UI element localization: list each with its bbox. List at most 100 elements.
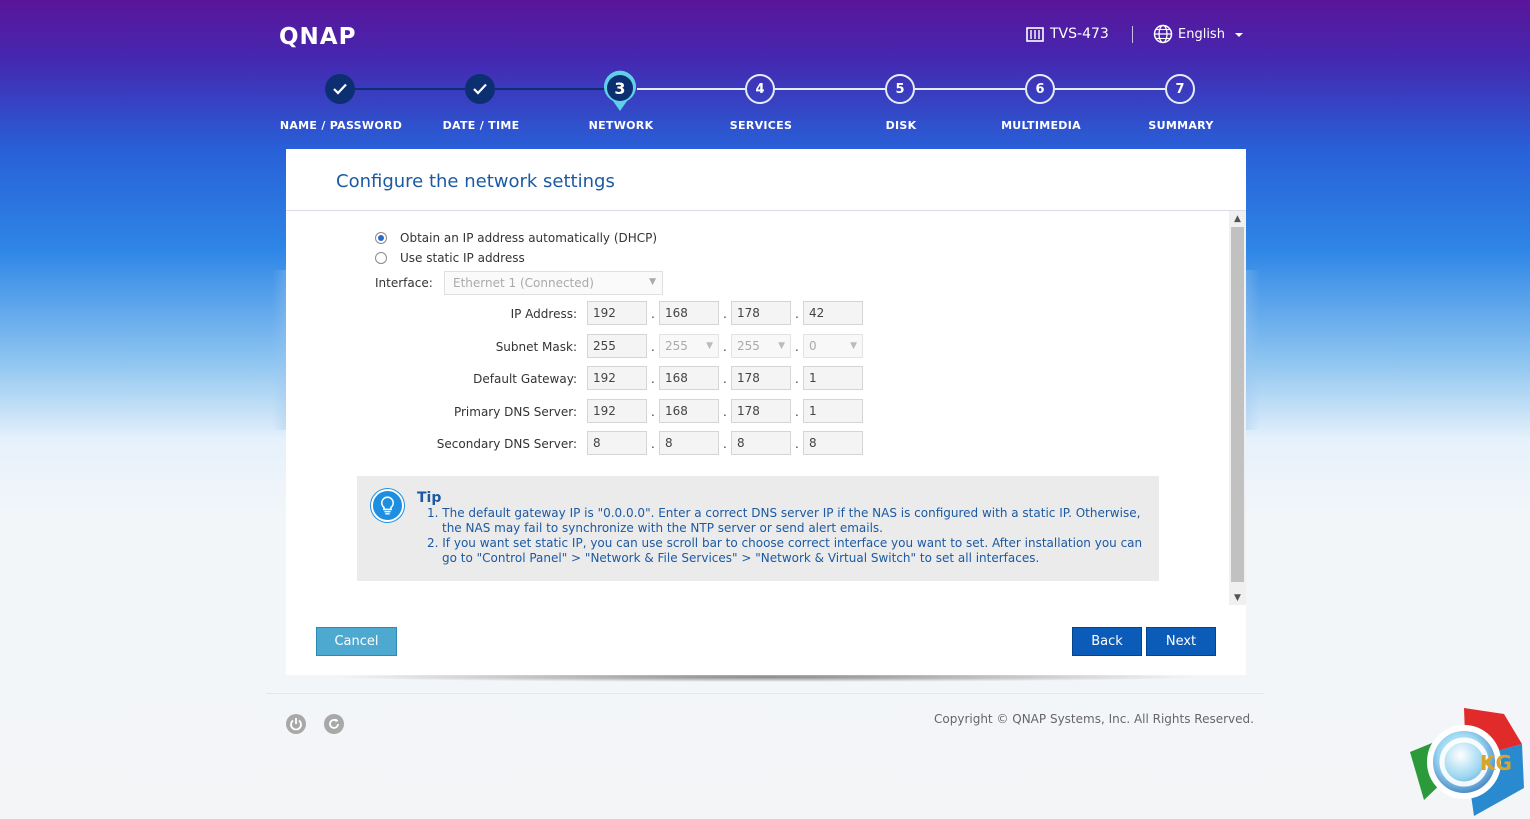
step-connector	[775, 88, 885, 90]
ip-address-octet-4[interactable]: 42	[803, 301, 863, 325]
subnet-mask-octet-4-value: 0	[809, 339, 817, 353]
kg-watermark-logo: KG	[1410, 708, 1524, 816]
scroll-up-icon[interactable]: ▲	[1229, 211, 1246, 226]
chevron-down-icon: ▼	[850, 341, 857, 351]
step-4-circle: 4	[745, 74, 775, 104]
step-6-label: MULTIMEDIA	[1001, 119, 1081, 132]
step-connector	[637, 88, 745, 90]
left-light-band	[272, 270, 286, 430]
dhcp-label: Obtain an IP address automatically (DHCP…	[400, 231, 658, 245]
octet-separator: .	[795, 405, 799, 419]
step-7-label: SUMMARY	[1148, 119, 1214, 132]
secondary-dns-octet-1[interactable]: 8	[587, 431, 647, 455]
subnet-mask-octet-2-value: 255	[665, 339, 688, 353]
gateway-octet-2[interactable]: 168	[659, 366, 719, 390]
octet-separator: .	[723, 437, 727, 451]
gateway-octet-1[interactable]: 192	[587, 366, 647, 390]
subnet-mask-octet-3[interactable]: 255 ▼	[731, 334, 791, 358]
lightbulb-icon	[371, 489, 404, 522]
step-1-circle	[325, 74, 355, 104]
cancel-button[interactable]: Cancel	[316, 627, 397, 656]
static-ip-label: Use static IP address	[400, 251, 525, 265]
nas-device-icon	[1026, 27, 1044, 42]
dhcp-radio[interactable]	[375, 232, 387, 244]
header-divider	[1132, 26, 1133, 43]
model-name: TVS-473	[1050, 26, 1109, 42]
step-connector	[495, 88, 605, 90]
step-6-circle: 6	[1025, 74, 1055, 104]
step-2-circle	[465, 74, 495, 104]
model-info: TVS-473	[1026, 26, 1109, 42]
restart-icon[interactable]	[324, 714, 344, 734]
scroll-down-icon[interactable]: ▼	[1229, 590, 1246, 605]
step-2-label: DATE / TIME	[442, 119, 520, 132]
primary-dns-octet-3[interactable]: 178	[731, 399, 791, 423]
globe-icon	[1153, 24, 1173, 44]
secondary-dns-octet-4[interactable]: 8	[803, 431, 863, 455]
chevron-down-icon[interactable]	[1235, 33, 1243, 37]
chevron-down-icon: ▼	[778, 341, 785, 351]
secondary-dns-octet-3[interactable]: 8	[731, 431, 791, 455]
check-icon	[473, 83, 487, 95]
tip-line-3: 2. If you want set static IP, you can us…	[427, 536, 1143, 550]
power-icon[interactable]	[286, 714, 306, 734]
step-3-label: NETWORK	[588, 119, 654, 132]
interface-select[interactable]: Ethernet 1 (Connected) ▼	[444, 271, 663, 295]
static-ip-radio[interactable]	[375, 252, 387, 264]
step-connector	[915, 88, 1025, 90]
static-ip-option[interactable]: Use static IP address	[375, 251, 525, 265]
gateway-octet-4[interactable]: 1	[803, 366, 863, 390]
ip-address-octet-2[interactable]: 168	[659, 301, 719, 325]
step-7-circle: 7	[1165, 74, 1195, 104]
octet-separator: .	[651, 372, 655, 386]
copyright-text: Copyright © QNAP Systems, Inc. All Right…	[934, 712, 1254, 726]
title-divider	[286, 210, 1246, 211]
watermark-text: KG	[1480, 751, 1512, 775]
primary-dns-octet-1[interactable]: 192	[587, 399, 647, 423]
octet-separator: .	[795, 372, 799, 386]
octet-separator: .	[723, 372, 727, 386]
scrollbar[interactable]: ▲ ▼	[1229, 211, 1246, 605]
octet-separator: .	[651, 340, 655, 354]
default-gateway-label: Default Gateway:	[473, 372, 577, 386]
next-button[interactable]: Next	[1146, 627, 1216, 656]
subnet-mask-octet-4[interactable]: 0 ▼	[803, 334, 863, 358]
ip-address-octet-1[interactable]: 192	[587, 301, 647, 325]
octet-separator: .	[723, 307, 727, 321]
chevron-down-icon: ▼	[706, 341, 713, 351]
tip-line-4: go to "Control Panel" > "Network & File …	[442, 551, 1040, 565]
primary-dns-octet-4[interactable]: 1	[803, 399, 863, 423]
primary-dns-octet-2[interactable]: 168	[659, 399, 719, 423]
secondary-dns-octet-2[interactable]: 8	[659, 431, 719, 455]
octet-separator: .	[723, 405, 727, 419]
footer-divider	[266, 693, 1264, 694]
dhcp-option[interactable]: Obtain an IP address automatically (DHCP…	[375, 231, 657, 245]
current-step-marker: 3	[604, 70, 636, 111]
power-symbol	[290, 718, 302, 731]
wizard-panel: Configure the network settings ▲ ▼ Obtai…	[286, 149, 1246, 675]
language-label: English	[1178, 26, 1225, 42]
right-light-band	[1246, 270, 1260, 430]
subnet-mask-octet-1[interactable]: 255	[587, 334, 647, 358]
step-4-label: SERVICES	[729, 119, 793, 132]
step-5-circle: 5	[885, 74, 915, 104]
subnet-mask-octet-3-value: 255	[737, 339, 760, 353]
tip-line-2: the NAS may fail to synchronize with the…	[442, 521, 883, 535]
ip-address-octet-3[interactable]: 178	[731, 301, 791, 325]
octet-separator: .	[723, 340, 727, 354]
step-connector	[1055, 88, 1165, 90]
interface-value: Ethernet 1 (Connected)	[453, 276, 594, 290]
octet-separator: .	[795, 307, 799, 321]
octet-separator: .	[651, 437, 655, 451]
gateway-octet-3[interactable]: 178	[731, 366, 791, 390]
chevron-down-icon: ▼	[649, 277, 656, 287]
tip-line-1: 1. The default gateway IP is "0.0.0.0". …	[427, 506, 1141, 520]
subnet-mask-octet-2[interactable]: 255 ▼	[659, 334, 719, 358]
language-selector[interactable]: English	[1153, 24, 1225, 44]
octet-separator: .	[795, 437, 799, 451]
interface-label: Interface:	[375, 276, 433, 290]
secondary-dns-label: Secondary DNS Server:	[436, 437, 577, 451]
back-button[interactable]: Back	[1072, 627, 1142, 656]
subnet-mask-label: Subnet Mask:	[495, 340, 577, 354]
scrollbar-thumb[interactable]	[1231, 227, 1244, 582]
